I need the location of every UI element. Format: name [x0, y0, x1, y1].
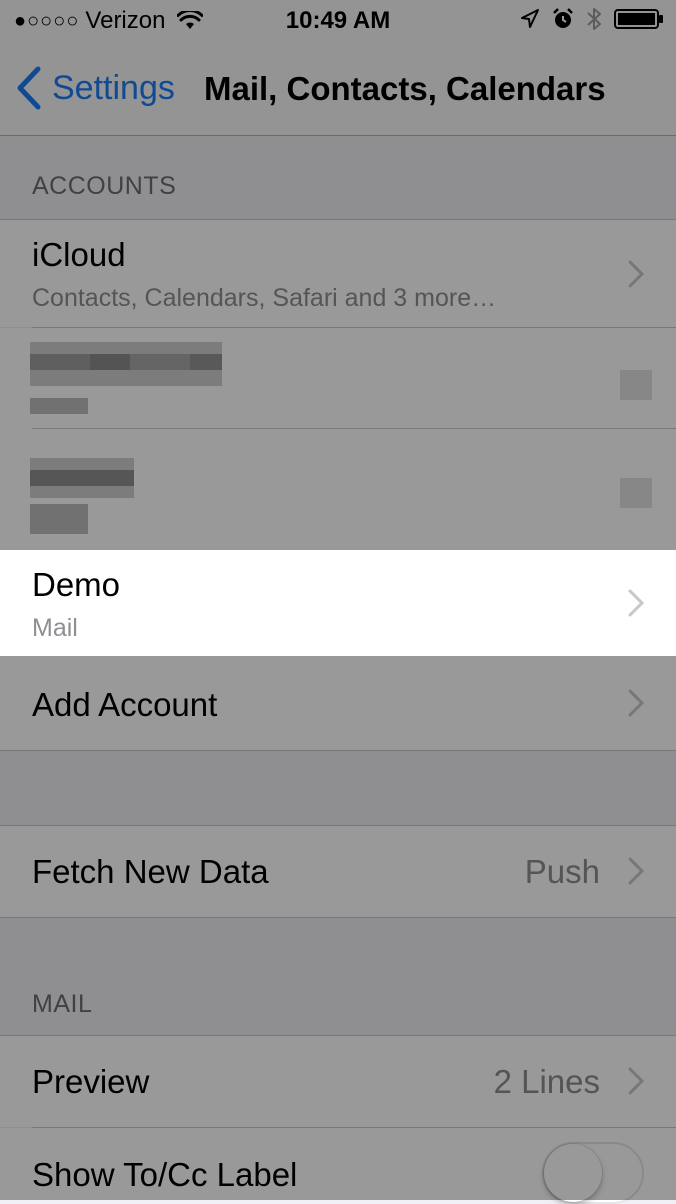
account-title: Demo: [32, 566, 121, 603]
dim-overlay-bottom: [0, 656, 676, 1200]
dim-overlay-top: [0, 0, 676, 550]
account-subtitle: Mail: [32, 614, 78, 642]
account-row-demo[interactable]: Demo Mail: [0, 550, 676, 656]
chevron-right-icon: [628, 589, 644, 617]
